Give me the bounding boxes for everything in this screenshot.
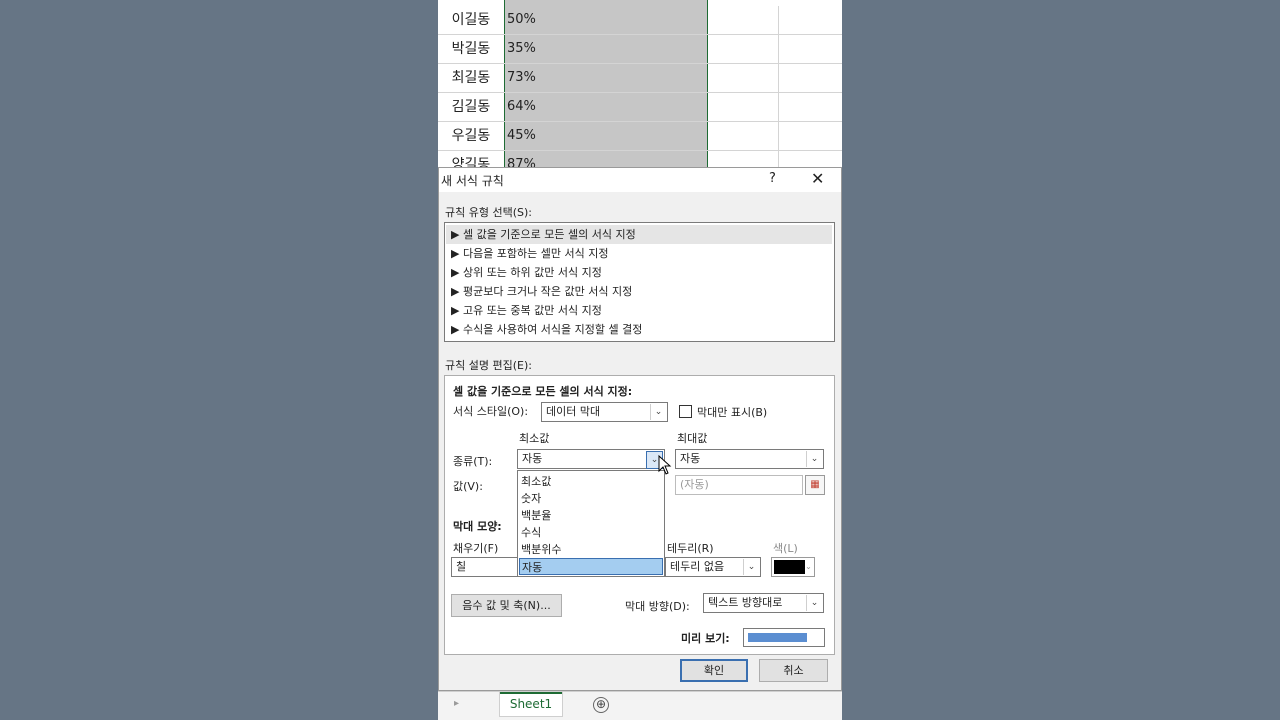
name-cell[interactable]: 박길동 — [438, 35, 504, 63]
name-cell[interactable]: 우길동 — [438, 122, 504, 150]
format-style-value: 데이터 막대 — [546, 405, 601, 418]
border-color-picker[interactable]: ⌄ — [771, 557, 815, 577]
rule-type-label: 규칙 유형 선택(S): — [445, 206, 532, 219]
min-header: 최소값 — [519, 432, 550, 445]
type-label: 종류(T): — [453, 455, 493, 468]
empty-cell[interactable] — [708, 6, 779, 34]
max-value-placeholder: (자동) — [680, 478, 709, 491]
preview-bar — [748, 633, 807, 642]
empty-cell[interactable] — [778, 64, 842, 92]
name-cell[interactable]: 이길동 — [438, 6, 504, 34]
ok-button[interactable]: 확인 — [680, 659, 748, 682]
table-row[interactable]: 우길동 45% — [438, 122, 842, 151]
empty-cell[interactable] — [778, 93, 842, 121]
dialog-title: 새 서식 규칙 — [441, 174, 504, 188]
rule-type-item[interactable]: ▶ 수식을 사용하여 서식을 지정할 셀 결정 — [446, 320, 832, 339]
format-style-label: 서식 스타일(O): — [453, 405, 529, 418]
new-formatting-rule-dialog: 새 서식 규칙 ? ✕ 규칙 유형 선택(S): ▶ 셀 값을 기준으로 모든 … — [438, 167, 842, 691]
fill-label: 채우기(F) — [453, 542, 499, 555]
edit-heading: 셀 값을 기준으로 모든 셀의 서식 지정: — [453, 385, 633, 398]
max-value-input[interactable]: (자동) — [675, 475, 803, 495]
device-screen: 이길동 50% 박길동 35% 최길동 73% 김길동 64% 우길동 45% — [438, 0, 842, 720]
spreadsheet-grid: 이길동 50% 박길동 35% 최길동 73% 김길동 64% 우길동 45% — [438, 0, 842, 180]
value-label: 값(V): — [453, 480, 483, 493]
percent-cell[interactable]: 50% — [504, 6, 708, 34]
cancel-button[interactable]: 취소 — [759, 659, 828, 682]
table-row[interactable]: 박길동 35% — [438, 35, 842, 64]
empty-cell[interactable] — [778, 122, 842, 150]
edit-rule-label: 규칙 설명 편집(E): — [445, 359, 532, 372]
color-swatch — [774, 560, 805, 574]
dropdown-option[interactable]: 숫자 — [519, 490, 663, 507]
table-row[interactable]: 이길동 50% — [438, 6, 842, 35]
fill-value: 칠 — [456, 560, 467, 573]
preview-label: 미리 보기: — [681, 632, 730, 645]
table-row[interactable]: 최길동 73% — [438, 64, 842, 93]
chevron-down-icon[interactable]: ⌄ — [804, 559, 813, 575]
bar-direction-label: 막대 방향(D): — [625, 600, 690, 613]
data-bar-preview — [743, 628, 825, 647]
rule-type-item[interactable]: ▶ 고유 또는 중복 값만 서식 지정 — [446, 301, 832, 320]
border-select[interactable]: 테두리 없음 ⌄ — [665, 557, 761, 577]
min-type-select[interactable]: 자동 ⌄ — [517, 449, 665, 469]
format-style-select[interactable]: 데이터 막대 ⌄ — [541, 402, 668, 422]
bar-appearance-label: 막대 모양: — [453, 520, 502, 533]
name-cell[interactable]: 김길동 — [438, 93, 504, 121]
dropdown-option[interactable]: 수식 — [519, 524, 663, 541]
dropdown-option-selected[interactable]: 자동 — [519, 558, 663, 575]
color-label: 색(L) — [773, 542, 798, 555]
add-sheet-icon[interactable]: ⊕ — [593, 697, 609, 713]
percent-cell[interactable]: 45% — [504, 122, 708, 150]
table-row[interactable]: 김길동 64% — [438, 93, 842, 122]
name-cell[interactable]: 최길동 — [438, 64, 504, 92]
help-icon[interactable]: ? — [769, 171, 776, 186]
mouse-pointer-icon — [658, 454, 672, 475]
rule-type-item[interactable]: ▶ 상위 또는 하위 값만 서식 지정 — [446, 263, 832, 282]
negative-values-button[interactable]: 음수 값 및 축(N)... — [451, 594, 562, 617]
bar-only-label: 막대만 표시(B) — [697, 406, 768, 419]
min-type-dropdown-list[interactable]: 최소값 숫자 백분율 수식 백분위수 자동 — [517, 470, 665, 577]
rule-type-item[interactable]: ▶ 다음을 포함하는 셀만 서식 지정 — [446, 244, 832, 263]
tab-sheet1[interactable]: Sheet1 — [499, 692, 563, 717]
bar-direction-value: 텍스트 방향대로 — [708, 596, 783, 609]
bar-direction-select[interactable]: 텍스트 방향대로 ⌄ — [703, 593, 824, 613]
border-label: 테두리(R) — [667, 542, 714, 555]
dropdown-option[interactable]: 백분위수 — [519, 541, 663, 558]
chevron-down-icon[interactable]: ⌄ — [743, 559, 759, 575]
close-icon[interactable]: ✕ — [811, 169, 824, 188]
range-picker-icon[interactable]: ▦ — [805, 475, 825, 495]
percent-cell[interactable]: 64% — [504, 93, 708, 121]
rule-type-item[interactable]: ▶ 셀 값을 기준으로 모든 셀의 서식 지정 — [446, 225, 832, 244]
border-value: 테두리 없음 — [670, 560, 725, 573]
empty-cell[interactable] — [708, 122, 779, 150]
rule-type-item[interactable]: ▶ 평균보다 크거나 작은 값만 서식 지정 — [446, 282, 832, 301]
empty-cell[interactable] — [778, 6, 842, 34]
bar-only-checkbox[interactable] — [679, 405, 692, 418]
chevron-down-icon[interactable]: ⌄ — [650, 404, 666, 420]
dialog-titlebar: 새 서식 규칙 ? ✕ — [439, 168, 841, 192]
dropdown-option[interactable]: 최소값 — [519, 473, 663, 490]
rule-type-list[interactable]: ▶ 셀 값을 기준으로 모든 셀의 서식 지정 ▶ 다음을 포함하는 셀만 서식… — [444, 222, 835, 342]
chevron-down-icon[interactable]: ⌄ — [806, 451, 822, 467]
sheet-tab-bar: ▸ Sheet1 ⊕ — [438, 691, 842, 720]
empty-cell[interactable] — [778, 35, 842, 63]
min-type-value: 자동 — [522, 452, 543, 465]
empty-cell[interactable] — [708, 93, 779, 121]
max-header: 최대값 — [677, 432, 708, 445]
empty-cell[interactable] — [708, 64, 779, 92]
max-type-select[interactable]: 자동 ⌄ — [675, 449, 824, 469]
chevron-down-icon[interactable]: ⌄ — [806, 595, 822, 611]
max-type-value: 자동 — [680, 452, 701, 465]
scroll-left-icon[interactable]: ▸ — [454, 698, 459, 709]
empty-cell[interactable] — [708, 35, 779, 63]
dropdown-option[interactable]: 백분율 — [519, 507, 663, 524]
percent-cell[interactable]: 35% — [504, 35, 708, 63]
percent-cell[interactable]: 73% — [504, 64, 708, 92]
